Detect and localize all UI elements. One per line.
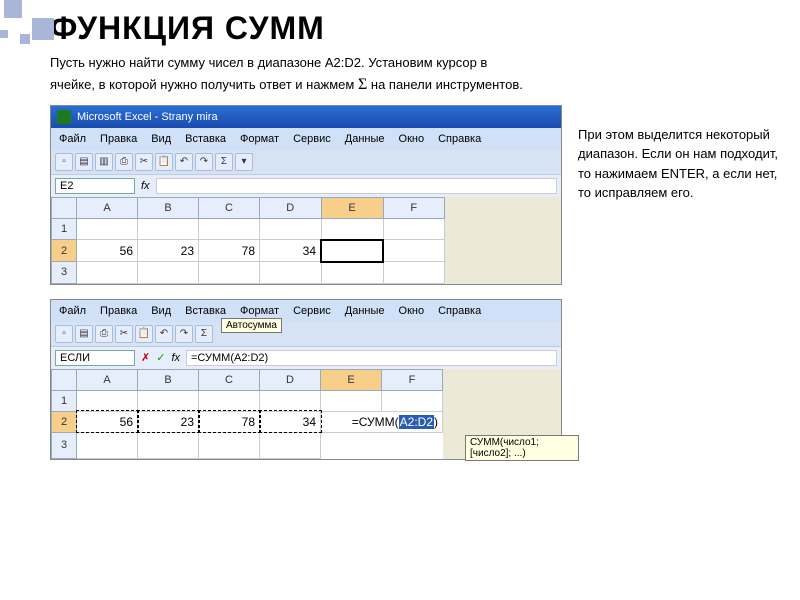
menu-insert[interactable]: Вставка: [179, 131, 232, 147]
cell[interactable]: 34: [260, 411, 321, 432]
enter-icon[interactable]: ✓: [156, 351, 165, 364]
cell[interactable]: 56: [77, 240, 138, 262]
toolbar-button[interactable]: ▫: [55, 153, 73, 171]
sigma-symbol: Σ: [358, 76, 367, 93]
cell[interactable]: 78: [199, 411, 260, 432]
row-header[interactable]: 2: [52, 411, 77, 432]
toolbar-button[interactable]: ↶: [155, 325, 173, 343]
toolbar-button[interactable]: ▤: [75, 153, 93, 171]
cell[interactable]: 23: [138, 411, 199, 432]
row-header[interactable]: 3: [52, 432, 77, 459]
menu-view[interactable]: Вид: [145, 131, 177, 147]
menu-insert[interactable]: Вставка: [179, 303, 232, 319]
col-header[interactable]: A: [77, 369, 138, 390]
menu-edit[interactable]: Правка: [94, 303, 143, 319]
toolbar-button[interactable]: 📋: [135, 325, 153, 343]
toolbar-button[interactable]: ⎙: [95, 325, 113, 343]
toolbar-button[interactable]: ↷: [195, 153, 213, 171]
cell[interactable]: 56: [77, 411, 138, 432]
toolbar-button[interactable]: ↶: [175, 153, 193, 171]
menu-bar: Файл Правка Вид Вставка Формат Сервис Да…: [51, 128, 561, 150]
toolbar-button[interactable]: ▥: [95, 153, 113, 171]
menu-view[interactable]: Вид: [145, 303, 177, 319]
spreadsheet-grid: A B C D E F 1 2 56 23 78 34 3: [51, 197, 445, 284]
formula-bar[interactable]: [156, 178, 557, 194]
side-explanation: При этом выделится некоторый диапазон. Е…: [578, 105, 778, 203]
active-cell[interactable]: [321, 240, 383, 262]
toolbar: ▫ ▤ ⎙ ✂ 📋 ↶ ↷ Σ Автосумма: [51, 322, 561, 346]
toolbar-button[interactable]: ▾: [235, 153, 253, 171]
col-header[interactable]: E: [321, 369, 382, 390]
fx-label: fx: [171, 352, 180, 364]
menu-tools[interactable]: Сервис: [287, 131, 337, 147]
menu-edit[interactable]: Правка: [94, 131, 143, 147]
cell[interactable]: 23: [138, 240, 199, 262]
col-header[interactable]: F: [382, 369, 443, 390]
menu-bar: Файл Правка Вид Вставка Формат Сервис Да…: [51, 300, 561, 322]
menu-help[interactable]: Справка: [432, 303, 487, 319]
menu-format[interactable]: Формат: [234, 131, 285, 147]
autosum-button[interactable]: Σ: [215, 153, 233, 171]
fx-label: fx: [141, 180, 150, 192]
formula-bar-row: ЕСЛИ ✗ ✓ fx =СУММ(A2:D2): [51, 346, 561, 369]
name-box[interactable]: ЕСЛИ: [55, 350, 135, 366]
spreadsheet-grid: A B C D E F 1 2 56 23 78 34 =СУММ(A2:D2)…: [51, 369, 443, 460]
col-header[interactable]: B: [138, 369, 199, 390]
autosum-button[interactable]: Σ: [195, 325, 213, 343]
intro-text: Пусть нужно найти сумму чисел в диапазон…: [50, 53, 770, 97]
cell[interactable]: 78: [199, 240, 260, 262]
menu-window[interactable]: Окно: [393, 131, 431, 147]
menu-file[interactable]: Файл: [53, 131, 92, 147]
toolbar: ▫ ▤ ▥ ⎙ ✂ 📋 ↶ ↷ Σ ▾: [51, 150, 561, 174]
menu-data[interactable]: Данные: [339, 131, 391, 147]
selected-range: A2:D2: [399, 415, 434, 429]
window-title: Microsoft Excel - Strany mira: [77, 111, 218, 123]
menu-file[interactable]: Файл: [53, 303, 92, 319]
cell[interactable]: 34: [260, 240, 322, 262]
excel-icon: [57, 110, 71, 124]
menu-window[interactable]: Окно: [393, 303, 431, 319]
row-header[interactable]: 1: [52, 390, 77, 411]
autosum-tooltip: Автосумма: [221, 318, 282, 333]
col-header[interactable]: F: [383, 197, 445, 218]
toolbar-button[interactable]: ▤: [75, 325, 93, 343]
col-header[interactable]: C: [199, 197, 260, 218]
excel-screenshot-2: Файл Правка Вид Вставка Формат Сервис Да…: [50, 299, 562, 461]
slide-title: ФУНКЦИЯ СУММ: [50, 10, 325, 47]
row-header[interactable]: 1: [52, 218, 77, 240]
col-header[interactable]: C: [199, 369, 260, 390]
function-tooltip: СУММ(число1; [число2]; ...): [465, 435, 579, 461]
row-header[interactable]: 3: [52, 262, 77, 284]
toolbar-button[interactable]: ↷: [175, 325, 193, 343]
menu-tools[interactable]: Сервис: [287, 303, 337, 319]
col-header[interactable]: D: [260, 197, 322, 218]
row-header[interactable]: 2: [52, 240, 77, 262]
toolbar-button[interactable]: ✂: [115, 325, 133, 343]
toolbar-button[interactable]: ▫: [55, 325, 73, 343]
col-header[interactable]: B: [138, 197, 199, 218]
toolbar-button[interactable]: 📋: [155, 153, 173, 171]
toolbar-button[interactable]: ⎙: [115, 153, 133, 171]
cancel-icon[interactable]: ✗: [141, 351, 150, 364]
name-box[interactable]: E2: [55, 178, 135, 194]
toolbar-button[interactable]: ✂: [135, 153, 153, 171]
col-header[interactable]: D: [260, 369, 321, 390]
formula-bar-row: E2 fx: [51, 174, 561, 197]
excel-screenshot-1: Microsoft Excel - Strany mira Файл Правк…: [50, 105, 562, 285]
active-cell-editing[interactable]: =СУММ(A2:D2): [321, 411, 443, 432]
window-titlebar: Microsoft Excel - Strany mira: [51, 106, 561, 128]
menu-format[interactable]: Формат: [234, 303, 285, 319]
formula-bar[interactable]: =СУММ(A2:D2): [186, 350, 557, 366]
col-header[interactable]: E: [321, 197, 383, 218]
menu-data[interactable]: Данные: [339, 303, 391, 319]
col-header[interactable]: A: [77, 197, 138, 218]
menu-help[interactable]: Справка: [432, 131, 487, 147]
